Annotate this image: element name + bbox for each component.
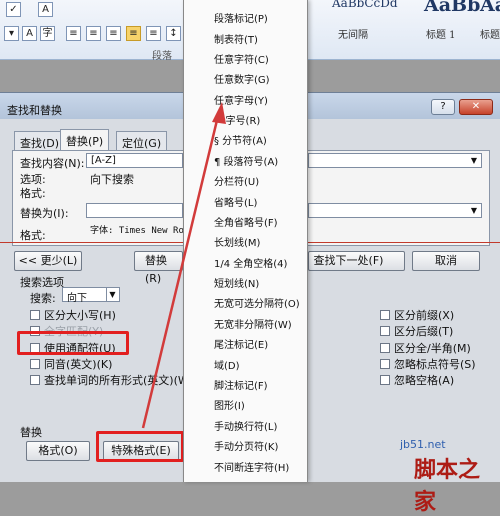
watermark-site: jb51.net — [400, 438, 446, 451]
annotation-arrow-icon — [141, 102, 226, 429]
watermark-brand: 脚本之家 — [414, 457, 481, 515]
